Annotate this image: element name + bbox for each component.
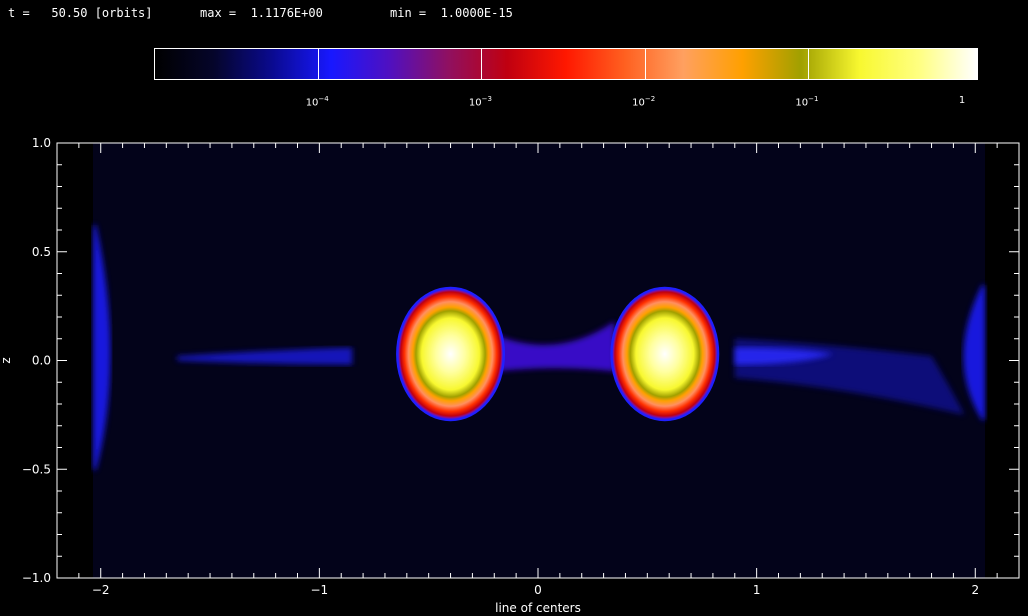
y-tick-label: 0.5	[32, 245, 51, 259]
x-tick-label: 2	[971, 583, 979, 597]
y-tick-label: 0.0	[32, 354, 51, 368]
secondary-star	[612, 288, 718, 420]
y-tick-label: −0.5	[22, 462, 51, 476]
density-plot: −2 −1 0 1 2 −1.0 −0.5 0.0 0.5 1.0 line of centers z	[0, 136, 1020, 615]
x-tick-label: 0	[534, 583, 542, 597]
x-axis-label: line of centers	[495, 601, 581, 615]
primary-star	[398, 288, 504, 420]
x-tick-label: −1	[311, 583, 329, 597]
x-tick-label: −2	[92, 583, 110, 597]
y-tick-label: −1.0	[22, 571, 51, 585]
x-tick-label: 1	[753, 583, 761, 597]
y-tick-label: 1.0	[32, 136, 51, 150]
y-axis-label: z	[0, 357, 13, 363]
